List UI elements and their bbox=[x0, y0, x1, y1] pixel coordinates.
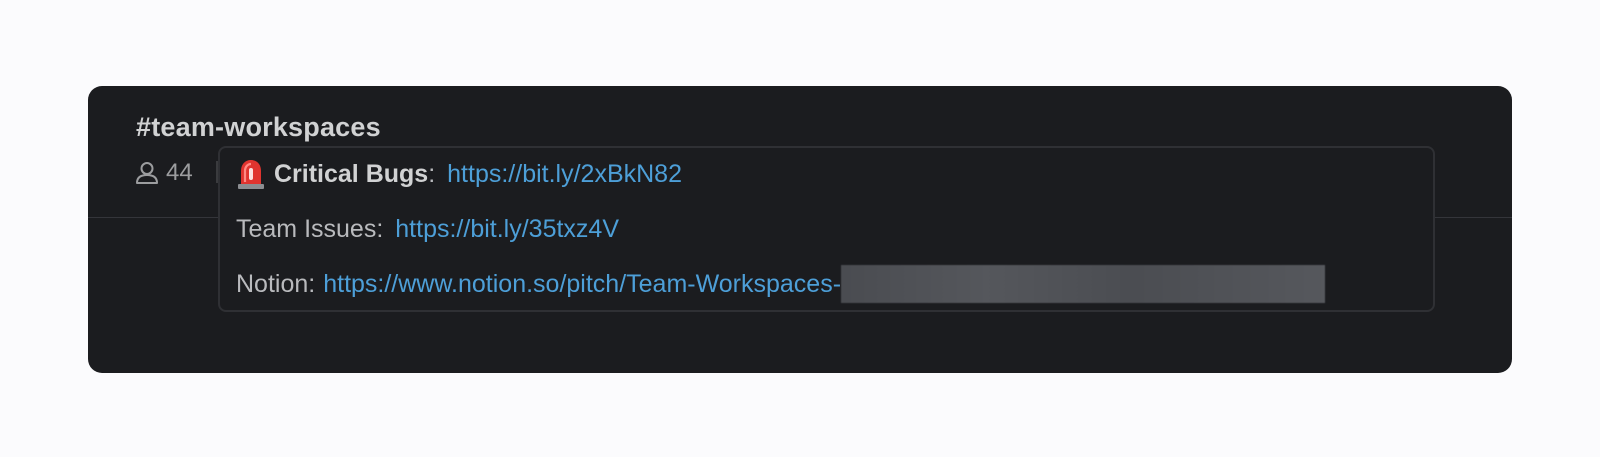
team-issues-link[interactable]: https://bit.ly/35txz4V bbox=[395, 215, 619, 244]
channel-header-panel: #team-workspaces 44 Critical Bugs: https:… bbox=[88, 86, 1512, 373]
redacted-link-segment bbox=[841, 265, 1326, 303]
channel-topic-popover: Critical Bugs: https://bit.ly/2xBkN82 Tea… bbox=[218, 146, 1435, 312]
critical-bugs-link[interactable]: https://bit.ly/2xBkN82 bbox=[447, 160, 682, 189]
member-count: 44 bbox=[166, 159, 193, 186]
team-issues-label: Team Issues: bbox=[236, 214, 384, 243]
critical-bugs-label: Critical Bugs bbox=[274, 159, 429, 188]
notion-link[interactable]: https://www.notion.so/pitch/Team-Workspa… bbox=[323, 270, 841, 299]
topic-line-team-issues: Team Issues: https://bit.ly/35txz4V bbox=[236, 212, 619, 246]
channel-name[interactable]: #team-workspaces bbox=[136, 112, 381, 143]
critical-bugs-colon: : bbox=[428, 159, 436, 188]
topic-line-critical-bugs: Critical Bugs: https://bit.ly/2xBkN82 bbox=[236, 157, 682, 191]
person-icon bbox=[134, 160, 160, 186]
notion-label: Notion: bbox=[236, 269, 316, 298]
siren-icon bbox=[236, 158, 266, 190]
topic-line-notion: Notion: https://www.notion.so/pitch/Team-… bbox=[236, 265, 1326, 303]
member-count-button[interactable]: 44 bbox=[134, 156, 193, 190]
